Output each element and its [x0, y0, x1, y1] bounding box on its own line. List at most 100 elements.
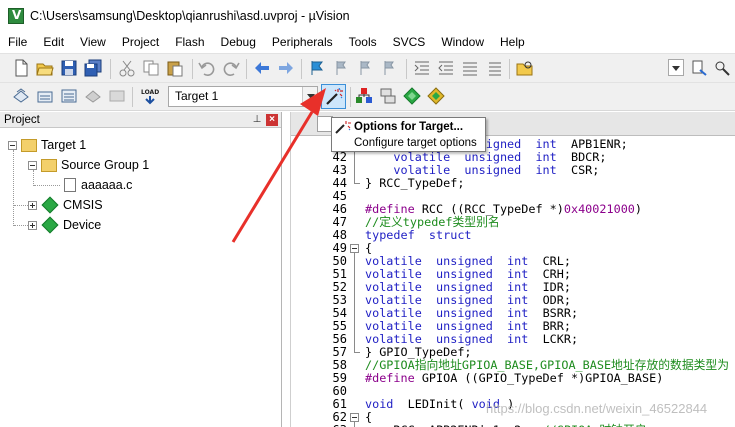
code-token: void — [365, 397, 394, 411]
tree-item-target[interactable]: Target 1 — [8, 136, 86, 154]
new-file-icon[interactable] — [12, 59, 30, 77]
menu-project[interactable]: Project — [114, 32, 167, 52]
code-line: #define GPIOA ((GPIO_TypeDef *)GPIOA_BAS… — [365, 372, 663, 385]
undo-icon[interactable] — [198, 59, 216, 77]
project-pane-title: Project — [4, 113, 40, 126]
build-icon[interactable] — [36, 87, 54, 105]
c-source-file-icon — [64, 178, 76, 192]
menu-peripherals[interactable]: Peripherals — [264, 32, 341, 52]
toolbar-separator — [301, 59, 302, 79]
bookmark-previous-icon[interactable] — [332, 59, 350, 77]
file-extensions-icon[interactable] — [355, 87, 373, 105]
menu-debug[interactable]: Debug — [213, 32, 264, 52]
save-icon[interactable] — [60, 59, 78, 77]
code-editor[interactable]: volatile unsigned int APB1ENR; volatile … — [290, 112, 735, 427]
code-token: BSRR; — [528, 306, 579, 320]
menu-flash[interactable]: Flash — [167, 32, 212, 52]
translate-icon[interactable] — [12, 87, 30, 105]
manage-multi-project-icon[interactable] — [379, 87, 397, 105]
code-token: { — [365, 241, 373, 255]
batch-build-icon[interactable] — [84, 87, 102, 105]
menu-edit[interactable]: Edit — [35, 32, 72, 52]
svg-text:LOAD: LOAD — [141, 89, 159, 96]
code-token: APB1ENR; — [556, 137, 628, 151]
code-token: LEDInit( — [393, 397, 472, 411]
code-token: { — [365, 410, 373, 424]
find-in-files-icon[interactable] — [516, 59, 534, 77]
redo-icon[interactable] — [222, 59, 240, 77]
load-download-icon[interactable]: LOAD — [140, 87, 160, 107]
pack-installer-icon[interactable] — [427, 87, 445, 105]
manage-runtime-environment-icon[interactable] — [403, 87, 421, 105]
uncomment-selection-icon[interactable] — [485, 59, 503, 77]
comment-selection-icon[interactable] — [461, 59, 479, 77]
code-token: #define — [365, 371, 415, 385]
close-icon[interactable]: × — [266, 114, 278, 126]
collapse-icon[interactable] — [8, 140, 17, 150]
chevron-down-icon[interactable] — [302, 87, 317, 106]
code-token: //定义typedef类型别名 — [365, 215, 500, 229]
fold-end-marker — [354, 346, 360, 353]
code-token: CRH; — [528, 267, 571, 281]
tree-connector — [34, 185, 60, 186]
file-toolbar — [0, 53, 735, 83]
uvision-app-icon — [8, 8, 24, 24]
incremental-find-icon[interactable] — [713, 59, 731, 77]
bookmark-next-icon[interactable] — [356, 59, 374, 77]
stop-build-icon[interactable] — [108, 87, 126, 105]
collapse-icon[interactable] — [28, 160, 37, 170]
paste-icon[interactable] — [166, 59, 184, 77]
tree-item-file[interactable]: aaaaaa.c — [64, 176, 132, 194]
pin-icon[interactable]: ⊥ — [251, 113, 263, 126]
code-token: volatile unsigned int — [365, 254, 529, 268]
expand-icon[interactable] — [28, 220, 37, 230]
bookmark-toggle-icon[interactable] — [308, 59, 326, 77]
menu-window[interactable]: Window — [433, 32, 492, 52]
fold-toggle-icon[interactable] — [350, 244, 359, 253]
toolbar-separator — [192, 59, 193, 79]
code-token: ODR; — [528, 293, 571, 307]
code-line: typedef struct — [365, 229, 472, 242]
code-token: BRR; — [528, 319, 571, 333]
code-token: RCC ((RCC_TypeDef *) — [414, 202, 564, 216]
title-bar: C:\Users\samsung\Desktop\qianrushi\asd.u… — [0, 0, 735, 32]
menu-help[interactable]: Help — [492, 32, 533, 52]
expand-icon[interactable] — [28, 200, 37, 210]
tree-item-cmsis[interactable]: CMSIS — [28, 196, 103, 214]
options-for-target-tooltip: Options for Target... Configure target o… — [331, 117, 486, 152]
bookmark-clear-icon[interactable] — [380, 59, 398, 77]
magic-wand-icon — [335, 121, 351, 134]
toolbar-separator — [132, 87, 133, 107]
save-all-icon[interactable] — [84, 59, 102, 77]
unindent-icon[interactable] — [437, 59, 455, 77]
code-token: CRL; — [528, 254, 571, 268]
tree-item-device[interactable]: Device — [28, 216, 101, 234]
copy-icon[interactable] — [142, 59, 160, 77]
fold-toggle-icon[interactable] — [350, 413, 359, 422]
group-folder-icon — [41, 158, 57, 172]
code-token: GPIOA ((GPIO_TypeDef *)GPIOA_BASE) — [414, 371, 664, 385]
menu-file[interactable]: File — [0, 32, 35, 52]
toolbar-separator — [110, 59, 111, 79]
tree-item-source-group[interactable]: Source Group 1 — [28, 156, 149, 174]
magic-wand-icon — [326, 88, 343, 105]
navigate-forward-icon[interactable] — [277, 59, 295, 77]
fold-guide-line — [354, 422, 355, 427]
code-token: volatile unsigned int — [365, 267, 529, 281]
menu-tools[interactable]: Tools — [341, 32, 385, 52]
code-token: } RCC_TypeDef; — [365, 176, 465, 190]
find-reference-icon[interactable] — [691, 59, 709, 77]
menu-view[interactable]: View — [72, 32, 114, 52]
menu-svcs[interactable]: SVCS — [385, 32, 434, 52]
toolbar-separator — [509, 59, 510, 79]
open-folder-icon[interactable] — [36, 59, 54, 77]
options-for-target-button[interactable] — [321, 84, 346, 109]
indent-icon[interactable] — [413, 59, 431, 77]
rebuild-icon[interactable] — [60, 87, 78, 105]
toolbar-dropdown-arrow-icon[interactable] — [668, 59, 684, 76]
cut-icon[interactable] — [118, 59, 136, 77]
cmsis-component-icon — [41, 196, 59, 214]
fold-guide-line — [354, 253, 355, 346]
navigate-back-icon[interactable] — [253, 59, 271, 77]
target-select[interactable]: Target 1 — [168, 86, 318, 107]
